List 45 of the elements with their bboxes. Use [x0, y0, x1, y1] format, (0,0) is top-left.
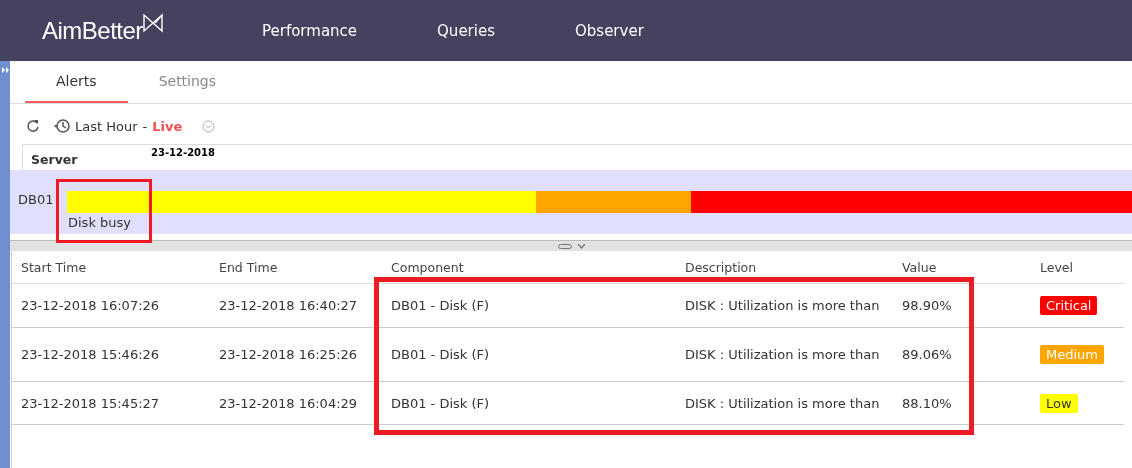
column-header: Component — [382, 251, 676, 284]
table-cell: DB01 - Disk (F) — [382, 328, 676, 382]
expand-icon[interactable] — [1, 67, 9, 73]
column-header: Start Time — [12, 251, 210, 284]
table-cell: DISK : Utilization is more than — [676, 382, 893, 425]
time-range-label[interactable]: Last Hour — [75, 118, 138, 134]
chevron-down-icon[interactable] — [577, 243, 585, 249]
table-cell: DISK : Utilization is more than — [676, 284, 893, 328]
history-icon[interactable] — [54, 118, 70, 134]
column-header: Level — [1031, 251, 1124, 284]
grip-icon — [557, 243, 572, 249]
tab[interactable]: Alerts — [25, 61, 128, 103]
logo-icon — [142, 12, 163, 33]
table-cell: 23-12-2018 15:46:26 — [12, 328, 210, 382]
table-cell: DB01 - Disk (F) — [382, 284, 676, 328]
table-cell: 88.10% — [893, 382, 1031, 425]
table-cell: DB01 - Disk (F) — [382, 382, 676, 425]
event-label: Disk busy — [68, 215, 131, 230]
splitter-handle[interactable] — [10, 240, 1132, 251]
column-header: Description — [676, 251, 893, 284]
date-label: 23-12-2018 — [151, 146, 215, 158]
tab[interactable]: Settings — [127, 61, 248, 103]
column-header: End Time — [210, 251, 382, 284]
refresh-icon[interactable] — [26, 119, 40, 133]
separator-text: - — [142, 118, 148, 134]
level-badge: Critical — [1040, 296, 1098, 315]
live-label: Live — [152, 118, 183, 134]
table-cell: 23-12-2018 16:07:26 — [12, 284, 210, 328]
level-badge: Low — [1040, 393, 1078, 413]
table-cell: 23-12-2018 16:40:27 — [210, 284, 382, 328]
table-cell: 23-12-2018 15:45:27 — [12, 382, 210, 425]
column-header: Server — [30, 151, 79, 167]
table-cell: DISK : Utilization is more than — [676, 328, 893, 382]
logo-text: AimBetter — [42, 16, 143, 45]
column-header: Value — [893, 251, 1031, 284]
nav-link[interactable]: Observer — [575, 19, 644, 42]
table-cell: 23-12-2018 16:04:29 — [210, 382, 382, 425]
nav-link[interactable]: Queries — [437, 19, 495, 42]
level-badge: Medium — [1040, 345, 1104, 364]
server-name: DB01 — [17, 191, 55, 207]
table-cell: 89.06% — [893, 328, 1031, 382]
dropdown-icon[interactable] — [202, 119, 216, 133]
table-cell: 98.90% — [893, 284, 1031, 328]
table-cell: 23-12-2018 16:25:26 — [210, 328, 382, 382]
nav-link[interactable]: Performance — [262, 19, 358, 42]
